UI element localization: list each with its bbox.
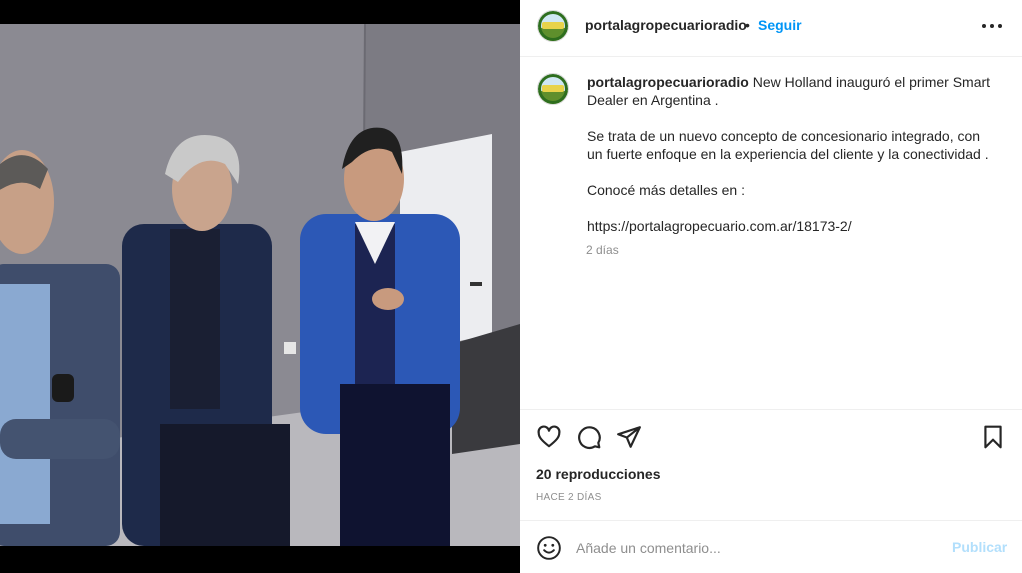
comment-input[interactable]	[576, 537, 936, 559]
view-count[interactable]: 20 reproducciones	[536, 466, 661, 482]
bookmark-icon[interactable]	[980, 424, 1006, 450]
caption-text: portalagropecuarioradio New Holland inau…	[587, 73, 997, 253]
caption-line-3: Conocé más detalles en :	[587, 182, 745, 198]
avatar[interactable]	[537, 10, 569, 42]
heart-icon[interactable]	[536, 424, 562, 450]
post-photo[interactable]	[0, 24, 520, 546]
caption-area: portalagropecuarioradio New Holland inau…	[520, 57, 1022, 409]
emoji-icon[interactable]	[536, 535, 562, 561]
post-panel: portalagropecuarioradio • Seguir portala…	[520, 0, 1022, 573]
caption-link: https://portalagropecuario.com.ar/18173-…	[587, 218, 852, 234]
comment-icon[interactable]	[576, 424, 602, 450]
publish-button[interactable]: Publicar	[952, 539, 1007, 555]
header-username[interactable]: portalagropecuarioradio	[585, 17, 747, 33]
comment-bar: Publicar	[520, 520, 1022, 573]
post-actions: 20 reproducciones HACE 2 DÍAS	[520, 409, 1022, 520]
more-horizontal-icon[interactable]	[980, 14, 1004, 38]
post-date: HACE 2 DÍAS	[536, 492, 602, 503]
header-separator: •	[745, 17, 750, 33]
post-header: portalagropecuarioradio • Seguir	[520, 0, 1022, 57]
caption-avatar[interactable]	[537, 73, 569, 105]
caption-time: 2 días	[586, 243, 619, 257]
share-icon[interactable]	[616, 424, 642, 450]
follow-button[interactable]: Seguir	[758, 17, 802, 33]
caption-username[interactable]: portalagropecuarioradio	[587, 74, 749, 90]
caption-line-2: Se trata de un nuevo concepto de concesi…	[587, 128, 989, 162]
photo-illustration	[0, 24, 520, 546]
post-media	[0, 0, 520, 573]
